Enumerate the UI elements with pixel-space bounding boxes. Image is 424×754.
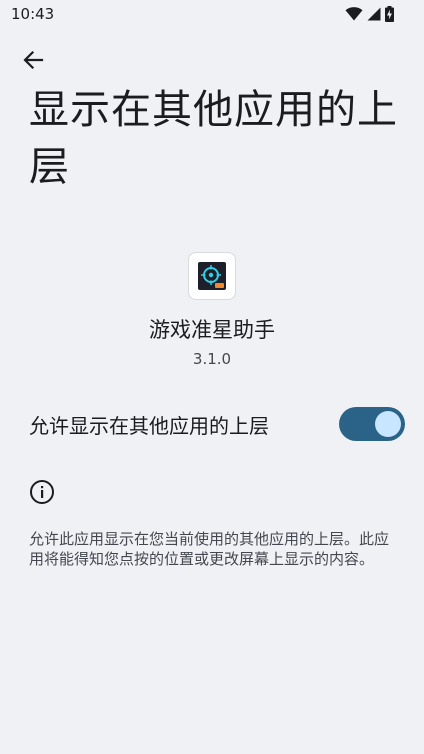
app-name: 游戏准星助手: [149, 318, 275, 342]
crosshair-app-icon: [198, 262, 226, 290]
wifi-icon: [345, 7, 363, 21]
info-icon: [29, 479, 55, 505]
status-bar: 10:43: [0, 0, 424, 30]
status-icons: [345, 6, 394, 22]
back-button[interactable]: [15, 44, 51, 80]
arrow-back-icon: [22, 49, 44, 75]
overlay-permission-switch[interactable]: [339, 407, 405, 441]
status-time: 10:43: [11, 5, 55, 23]
overlay-permission-label: 允许显示在其他应用的上层: [29, 414, 269, 438]
battery-icon: [385, 6, 394, 22]
app-icon: [188, 252, 236, 300]
app-version: 3.1.0: [192, 350, 232, 368]
switch-thumb: [375, 411, 401, 437]
overlay-permission-row[interactable]: 允许显示在其他应用的上层: [0, 400, 424, 448]
signal-icon: [367, 7, 381, 21]
permission-description: 允许此应用显示在您当前使用的其他应用的上层。此应用将能得知您点按的位置或更改屏幕…: [29, 530, 390, 568]
page-title: 显示在其他应用的上层: [29, 87, 398, 190]
